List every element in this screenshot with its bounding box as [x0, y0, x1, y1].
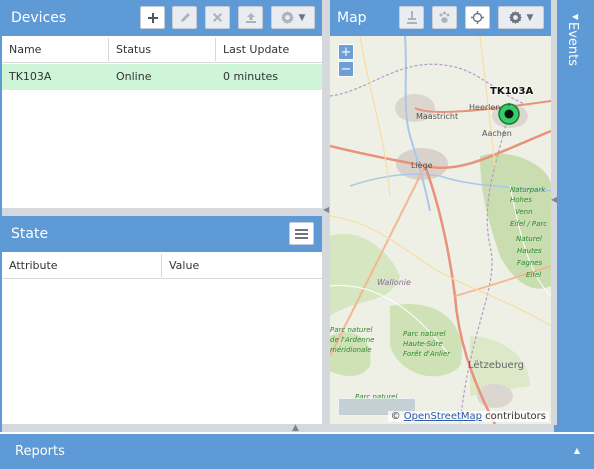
- place-label: Haute-Sûre: [403, 340, 443, 348]
- center-map-button[interactable]: [465, 6, 490, 29]
- chevron-down-icon: ▼: [526, 12, 534, 23]
- place-label: Aachen: [482, 129, 512, 138]
- place-label: Wallonie: [377, 278, 411, 287]
- upload-icon: [245, 12, 256, 23]
- devices-title: Devices: [11, 10, 67, 26]
- devices-header: Devices ▼: [2, 0, 322, 36]
- place-label: de l'Ardenne: [330, 336, 374, 344]
- place-label: Fagnes: [517, 259, 543, 267]
- bottom-splitter[interactable]: ▲: [2, 423, 554, 433]
- device-last-update-cell: 0 minutes: [223, 70, 279, 83]
- list-icon-line: [295, 236, 308, 239]
- pencil-icon: [180, 12, 190, 22]
- devices-panel: Devices ▼ Name Status Last Update TK103A…: [2, 0, 322, 208]
- state-panel: State Attribute Value: [2, 216, 322, 424]
- reports-panel[interactable]: Reports ▲: [0, 432, 594, 469]
- attribution-prefix: ©: [390, 411, 401, 422]
- remove-device-button[interactable]: [205, 6, 230, 29]
- chevron-down-icon: ▼: [298, 12, 306, 23]
- events-panel[interactable]: ◀ Events: [557, 0, 594, 425]
- devices-settings-menu[interactable]: ▼: [271, 6, 315, 29]
- place-label: Forêt d'Anlier: [403, 350, 451, 358]
- place-label: Parc naturel: [330, 326, 373, 334]
- device-label: TK103A: [490, 86, 534, 97]
- crosshair-icon: [471, 11, 484, 24]
- column-value[interactable]: Value: [162, 252, 199, 279]
- place-label: Eifel / Parc: [510, 220, 547, 228]
- reports-title: Reports: [15, 444, 65, 459]
- column-attribute[interactable]: Attribute: [2, 252, 58, 279]
- devices-grid-header: Name Status Last Update: [2, 36, 322, 63]
- place-label: Naturel: [516, 235, 542, 243]
- map-title: Map: [337, 10, 367, 26]
- gear-icon: [508, 11, 522, 24]
- column-status[interactable]: Status: [109, 36, 151, 63]
- openstreetmap-link[interactable]: OpenStreetMap: [404, 411, 482, 422]
- anchor-icon: [406, 11, 417, 24]
- chevron-left-icon[interactable]: ◀: [572, 12, 578, 21]
- horizontal-splitter[interactable]: [2, 208, 322, 216]
- add-device-button[interactable]: [140, 6, 165, 29]
- place-label: Maastricht: [416, 112, 458, 121]
- paw-icon: [439, 11, 450, 23]
- state-grid-header: Attribute Value: [2, 252, 322, 279]
- state-table-button[interactable]: [289, 222, 314, 245]
- place-label: Naturpark: [510, 186, 546, 194]
- events-title: Events: [565, 22, 580, 67]
- zoom-in-button[interactable]: +: [338, 44, 354, 60]
- place-label: Liège: [411, 160, 433, 170]
- map-attribution: © OpenStreetMap contributors: [387, 411, 549, 422]
- device-name-cell: TK103A: [9, 70, 52, 83]
- table-row[interactable]: TK103A Online 0 minutes: [2, 64, 322, 90]
- close-icon: [213, 13, 222, 22]
- column-name[interactable]: Name: [2, 36, 41, 63]
- place-label: Heerlen: [469, 103, 500, 112]
- chevron-up-icon[interactable]: ▲: [574, 446, 580, 455]
- chevron-left-icon: ◀: [323, 205, 330, 214]
- map-panel: Map ▼ Heerlen Maastricht Aachen Liège Wa…: [330, 0, 551, 424]
- show-route-button[interactable]: [432, 6, 457, 29]
- map-settings-menu[interactable]: ▼: [498, 6, 544, 29]
- plus-icon: [147, 12, 158, 23]
- state-header: State: [2, 216, 322, 252]
- list-icon-line: [295, 232, 308, 235]
- send-command-button[interactable]: [238, 6, 263, 29]
- place-label: Hohes: [510, 196, 532, 204]
- place-label: Lëtzebuerg: [468, 360, 524, 371]
- place-label: Venn: [515, 208, 533, 216]
- edit-device-button[interactable]: [172, 6, 197, 29]
- zoom-out-button[interactable]: −: [338, 61, 354, 77]
- column-last-update[interactable]: Last Update: [216, 36, 289, 63]
- place-label: Eifel: [526, 271, 541, 279]
- follow-device-button[interactable]: [399, 6, 424, 29]
- gear-icon: [280, 11, 294, 24]
- device-marker-icon[interactable]: [498, 103, 520, 125]
- place-label: méridionale: [330, 346, 372, 354]
- vertical-splitter[interactable]: ◀: [322, 0, 330, 425]
- state-title: State: [11, 226, 49, 242]
- list-icon: [295, 228, 308, 231]
- map-header: Map ▼: [330, 0, 551, 36]
- place-label: Hautes: [517, 247, 542, 255]
- place-label: Parc naturel: [403, 330, 446, 338]
- device-status-cell: Online: [116, 70, 152, 83]
- map-canvas[interactable]: Heerlen Maastricht Aachen Liège Wallonie…: [330, 36, 551, 424]
- attribution-suffix: contributors: [482, 411, 546, 422]
